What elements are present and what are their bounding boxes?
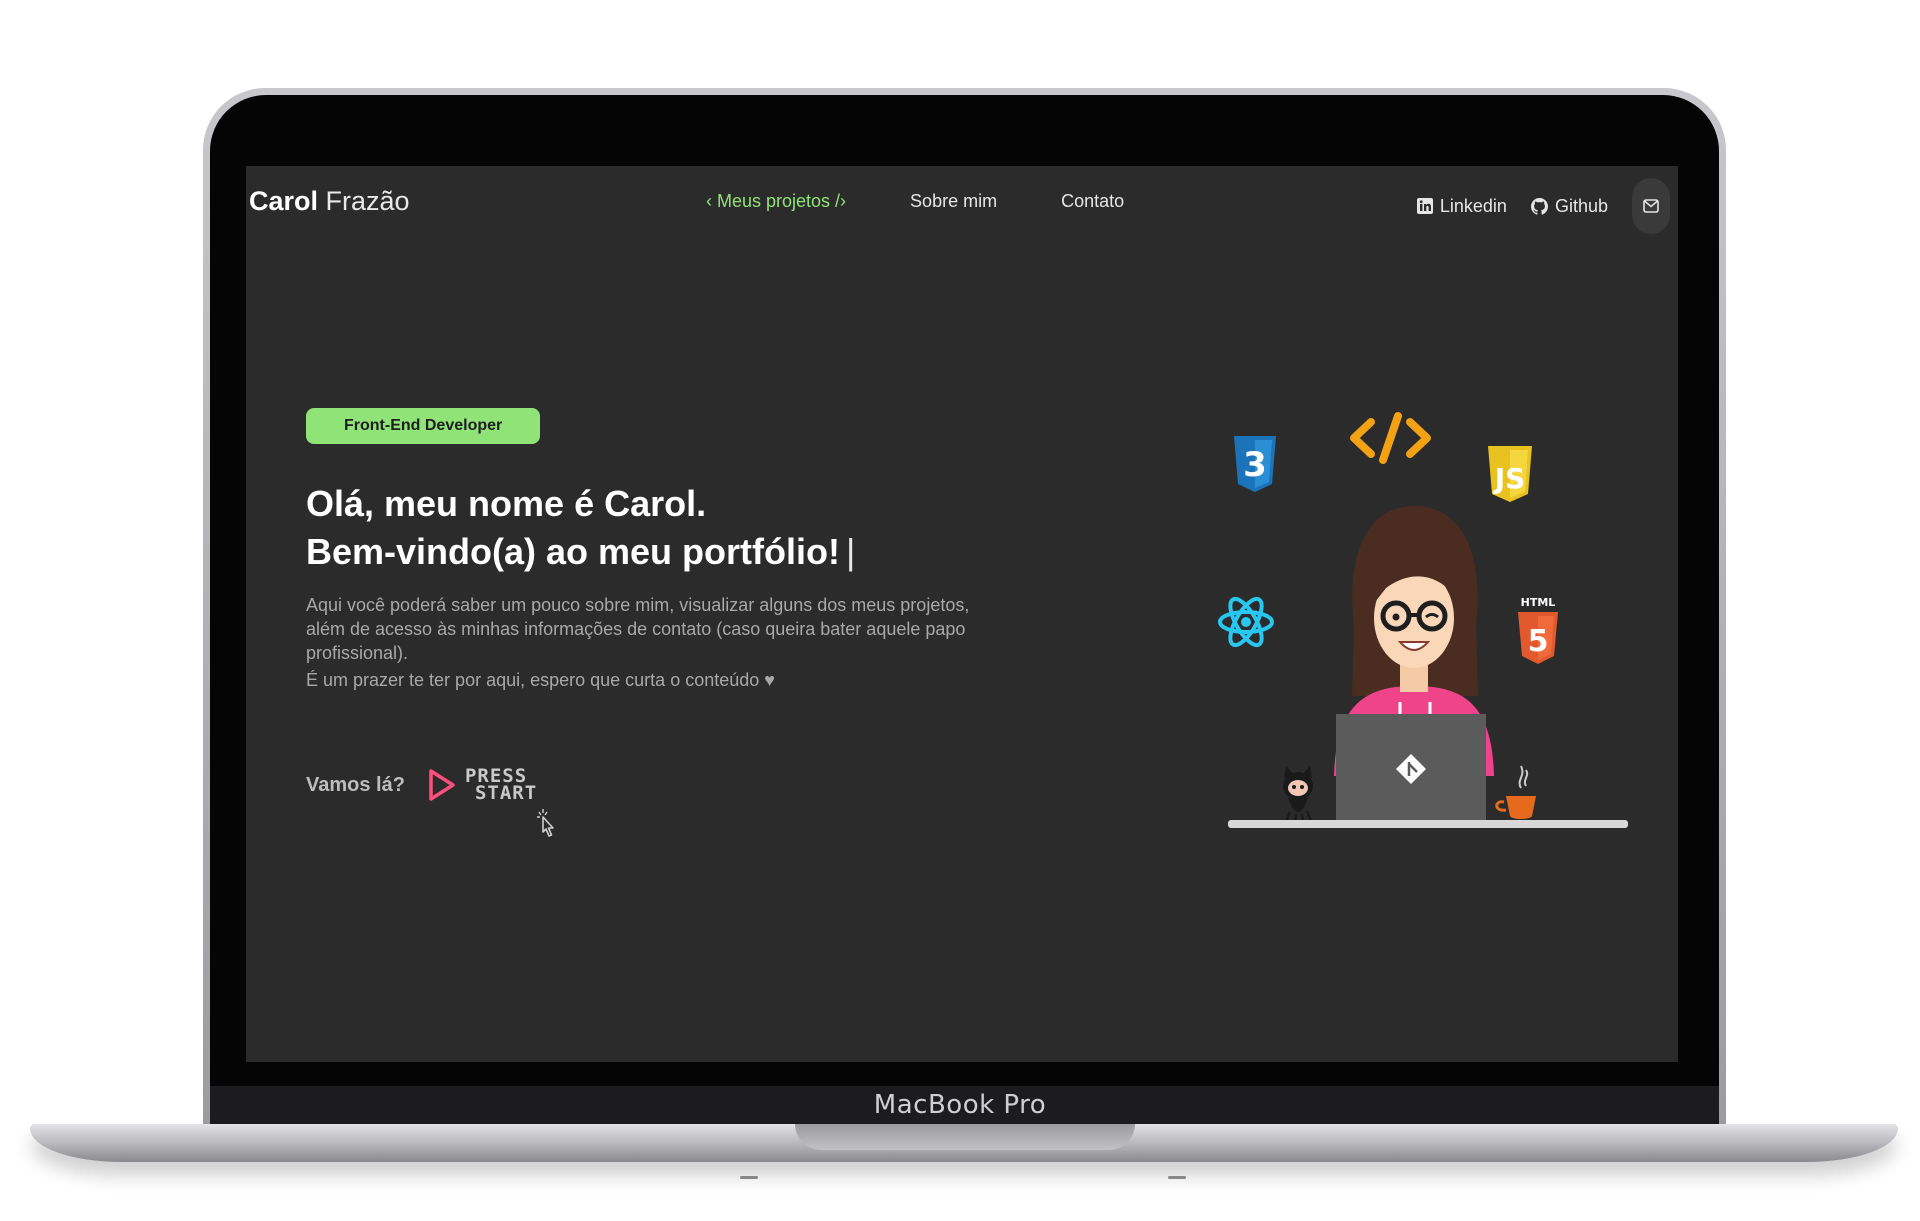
nav-link-sobre-mim[interactable]: Sobre mim — [910, 191, 997, 212]
github-label: Github — [1554, 195, 1608, 216]
laptop-foot — [740, 1176, 758, 1179]
mail-button[interactable] — [1632, 178, 1670, 234]
description-paragraph-2: É um prazer te ter por aqui, espero que … — [306, 670, 775, 690]
html5-icon: HTML 5 — [1518, 596, 1558, 664]
react-icon — [1218, 596, 1274, 648]
press-start-button[interactable]: PRESS START — [427, 767, 554, 837]
linkedin-link[interactable]: Linkedin — [1416, 195, 1507, 217]
role-badge: Front-End Developer — [306, 408, 541, 444]
css3-icon: 3 — [1234, 436, 1276, 492]
laptop-illustration — [1336, 714, 1486, 820]
typing-caret: | — [846, 531, 856, 572]
svg-text:5: 5 — [1528, 624, 1549, 659]
github-icon — [1530, 197, 1548, 215]
description-paragraph-1: Aqui você poderá saber um pouco sobre mi… — [306, 595, 970, 663]
screen: Carol Frazão ‹ Meus projetos /› Sobre mi… — [246, 166, 1678, 1062]
laptop-notch — [795, 1124, 1135, 1150]
cta-row: Vamos lá? PRESS START — [306, 767, 554, 837]
developer-illustration: 3 JS HTML 5 — [1218, 412, 1628, 828]
device-model-label: MacBook Pro — [873, 1090, 1047, 1120]
brand-last-name: Frazão — [318, 186, 410, 216]
octocat-icon — [1283, 766, 1313, 825]
svg-text:3: 3 — [1243, 445, 1267, 485]
nav-social: Linkedin Github — [1416, 178, 1670, 234]
svg-text:HTML: HTML — [1521, 596, 1556, 609]
linkedin-label: Linkedin — [1439, 195, 1507, 216]
press-start-line-2: START — [474, 782, 538, 804]
pointer-cursor-icon — [536, 809, 554, 837]
play-icon — [429, 769, 455, 801]
hero-headline: Olá, meu nome é Carol. Bem-vindo(a) ao m… — [306, 480, 1106, 576]
press-start-text: PRESS START — [465, 767, 538, 804]
github-link[interactable]: Github — [1530, 195, 1608, 217]
code-brackets-icon — [1350, 412, 1431, 464]
brand-logo[interactable]: Carol Frazão — [249, 186, 410, 217]
coffee-cup-icon — [1495, 765, 1536, 819]
hero-section: Front-End Developer Olá, meu nome é Caro… — [306, 408, 1106, 837]
javascript-icon: JS — [1488, 446, 1532, 502]
hero-description: Aqui você poderá saber um pouco sobre mi… — [306, 593, 1006, 692]
brand-first-name: Carol — [249, 186, 319, 216]
nav-link-contato[interactable]: Contato — [1061, 191, 1124, 212]
nav-links: ‹ Meus projetos /› Sobre mim Contato — [706, 191, 1188, 212]
navbar: Carol Frazão ‹ Meus projetos /› Sobre mi… — [246, 166, 1678, 236]
headline-line-2: Bem-vindo(a) ao meu portfólio! — [306, 531, 840, 572]
laptop-foot — [1168, 1176, 1186, 1179]
cta-label: Vamos lá? — [306, 773, 405, 796]
nav-link-meus-projetos[interactable]: ‹ Meus projetos /› — [706, 191, 846, 212]
mail-icon — [1643, 199, 1659, 213]
svg-text:JS: JS — [1493, 462, 1526, 495]
linkedin-icon — [1416, 198, 1433, 214]
desk — [1228, 820, 1628, 828]
headline-line-1: Olá, meu nome é Carol. — [306, 483, 707, 524]
